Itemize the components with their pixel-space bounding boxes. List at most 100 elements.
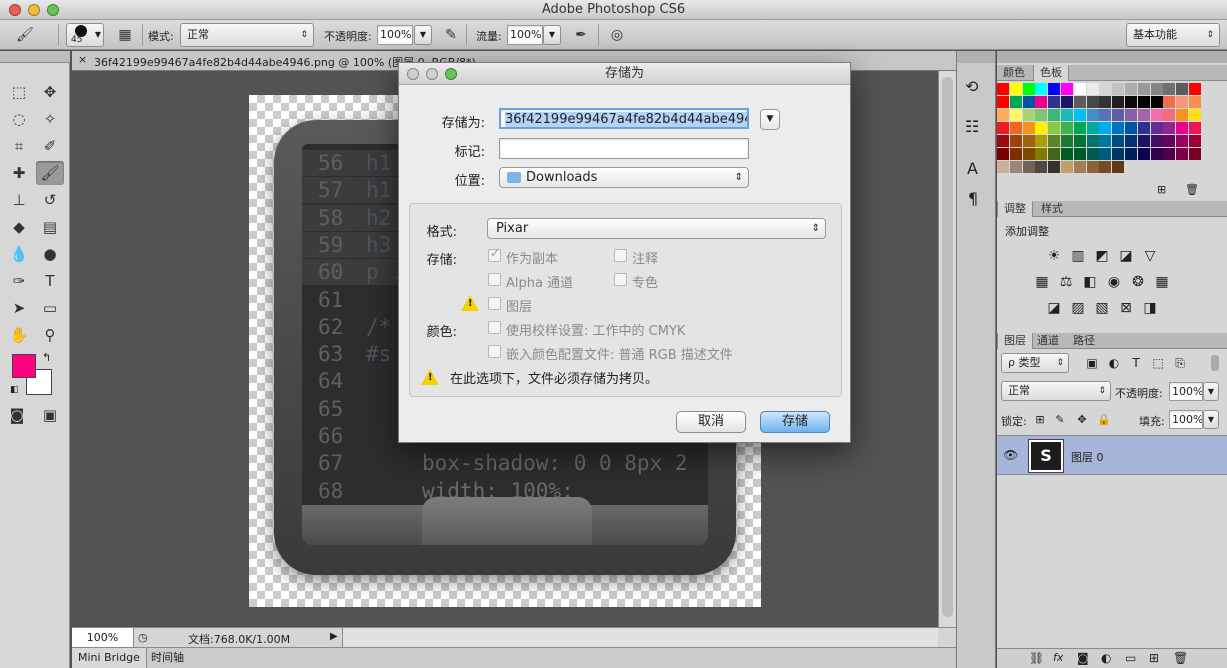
vibrance-adjust-icon[interactable]: ▽	[1141, 247, 1159, 265]
eyedropper-tool-icon[interactable]: ✐	[36, 134, 64, 158]
color-swatch[interactable]	[1048, 122, 1061, 134]
color-swatch[interactable]	[1163, 96, 1176, 108]
properties-panel-icon[interactable]: ☷	[965, 117, 979, 136]
adjust-filter-icon[interactable]: ◐	[1105, 354, 1123, 372]
panel-dock-header[interactable]	[997, 51, 1227, 63]
color-swatch[interactable]	[1048, 148, 1061, 160]
color-swatch[interactable]	[1099, 161, 1112, 173]
threshold-adjust-icon[interactable]: ▧	[1093, 299, 1111, 317]
color-swatch[interactable]	[1035, 148, 1048, 160]
color-swatch[interactable]	[1176, 109, 1189, 121]
color-swatch[interactable]	[1176, 148, 1189, 160]
color-swatch[interactable]	[1137, 148, 1150, 160]
lock-position-icon[interactable]: ✥	[1073, 411, 1091, 429]
notes-checkbox[interactable]	[614, 249, 627, 262]
color-swatch[interactable]	[1009, 96, 1022, 108]
expand-browser-button[interactable]: ▼	[760, 109, 780, 130]
color-swatch[interactable]	[1073, 96, 1086, 108]
group-icon[interactable]: ▭	[1125, 651, 1136, 665]
color-swatch[interactable]	[1073, 161, 1086, 173]
dialog-minimize-button[interactable]	[426, 68, 438, 80]
color-swatch[interactable]	[1022, 148, 1035, 160]
color-swatch[interactable]	[1086, 161, 1099, 173]
pressure-opacity-icon[interactable]: ✎	[440, 24, 462, 46]
color-swatch[interactable]	[1150, 83, 1163, 95]
color-swatch[interactable]	[1189, 122, 1201, 134]
status-menu-icon[interactable]: ◷	[138, 631, 148, 644]
tab-swatches[interactable]: 色板	[1033, 65, 1069, 81]
gradient-map-adjust-icon[interactable]: ◨	[1141, 299, 1159, 317]
layer-style-icon[interactable]: fx	[1053, 651, 1063, 664]
opacity-dropdown-button[interactable]: ▼	[414, 25, 432, 45]
color-swatch[interactable]	[1137, 135, 1150, 147]
color-swatch[interactable]	[1137, 109, 1150, 121]
history-brush-tool-icon[interactable]: ↺	[36, 188, 64, 212]
color-swatch[interactable]	[997, 148, 1009, 160]
color-swatch[interactable]	[1061, 122, 1073, 134]
delete-layer-icon[interactable]: 🗑	[1173, 651, 1188, 665]
posterize-adjust-icon[interactable]: ▨	[1069, 299, 1087, 317]
close-window-button[interactable]	[9, 4, 21, 16]
pen-tool-icon[interactable]: ✑	[5, 269, 33, 293]
airbrush-icon[interactable]: ✒	[570, 24, 592, 46]
marquee-tool-icon[interactable]: ⬚	[5, 80, 33, 104]
color-swatch[interactable]	[997, 83, 1009, 95]
color-swatch[interactable]	[1125, 135, 1137, 147]
layer-filter-select[interactable]: ρ 类型 ⇕	[1001, 353, 1069, 373]
clone-stamp-tool-icon[interactable]: ⊥	[5, 188, 33, 212]
close-tab-icon[interactable]: ×	[78, 53, 87, 66]
color-swatch[interactable]	[1035, 96, 1048, 108]
format-select[interactable]: Pixar ⇕	[487, 218, 826, 239]
eye-icon[interactable]: 👁	[1003, 448, 1018, 462]
color-swatch[interactable]	[1112, 135, 1125, 147]
pixel-filter-icon[interactable]: ▣	[1083, 354, 1101, 372]
dialog-close-button[interactable]	[407, 68, 419, 80]
invert-adjust-icon[interactable]: ◪	[1045, 299, 1063, 317]
color-swatch[interactable]	[1073, 83, 1086, 95]
color-lookup-adjust-icon[interactable]: ▦	[1153, 273, 1171, 291]
color-swatch[interactable]	[1061, 161, 1073, 173]
channel-mixer-adjust-icon[interactable]: ❂	[1129, 273, 1147, 291]
color-swatch[interactable]	[997, 109, 1009, 121]
tab-adjustments[interactable]: 调整	[997, 201, 1033, 217]
color-swatch[interactable]	[1086, 122, 1099, 134]
color-swatch[interactable]	[1048, 83, 1061, 95]
lock-pixels-icon[interactable]: ✎	[1051, 411, 1069, 429]
color-swatch[interactable]	[1112, 109, 1125, 121]
brush-preset-picker[interactable]: 45 ▼	[66, 23, 104, 47]
type-filter-icon[interactable]: T	[1127, 354, 1145, 372]
swatch-grid[interactable]	[997, 83, 1217, 183]
color-swatch[interactable]	[1163, 148, 1176, 160]
color-swatch[interactable]	[1061, 148, 1073, 160]
color-balance-adjust-icon[interactable]: ⚖	[1057, 273, 1075, 291]
eraser-tool-icon[interactable]: ◆	[5, 215, 33, 239]
color-swatch[interactable]	[1137, 96, 1150, 108]
layer-row[interactable]: 👁 S 图层 0	[997, 435, 1227, 475]
color-swatch[interactable]	[1189, 96, 1201, 108]
color-swatch[interactable]	[1022, 96, 1035, 108]
color-swatch[interactable]	[1150, 148, 1163, 160]
tab-paths[interactable]: 路径	[1067, 333, 1101, 349]
color-swatch[interactable]	[1150, 122, 1163, 134]
tags-input[interactable]	[499, 138, 749, 159]
color-swatch[interactable]	[1112, 148, 1125, 160]
zoom-level-field[interactable]: 100%	[72, 628, 134, 647]
filter-toggle-switch[interactable]	[1211, 355, 1219, 371]
dialog-titlebar[interactable]: 存储为	[399, 63, 850, 85]
color-swatch[interactable]	[997, 96, 1009, 108]
vertical-scrollbar[interactable]	[938, 71, 956, 627]
layer-opacity-dropdown[interactable]: ▼	[1203, 382, 1219, 401]
color-swatch[interactable]	[1035, 122, 1048, 134]
color-swatch[interactable]	[1125, 109, 1137, 121]
color-swatch[interactable]	[997, 122, 1009, 134]
smart-object-filter-icon[interactable]: ⎘	[1171, 354, 1189, 372]
brightness-adjust-icon[interactable]: ☀	[1045, 247, 1063, 265]
opacity-input[interactable]: 100%	[377, 25, 413, 45]
color-swatch[interactable]	[1061, 83, 1073, 95]
pressure-size-icon[interactable]: ◎	[606, 24, 628, 46]
tab-layers[interactable]: 图层	[997, 333, 1033, 349]
shape-tool-icon[interactable]: ▭	[36, 296, 64, 320]
color-swatch[interactable]	[1150, 96, 1163, 108]
color-swatch[interactable]	[1189, 148, 1201, 160]
color-swatch[interactable]	[1099, 122, 1112, 134]
